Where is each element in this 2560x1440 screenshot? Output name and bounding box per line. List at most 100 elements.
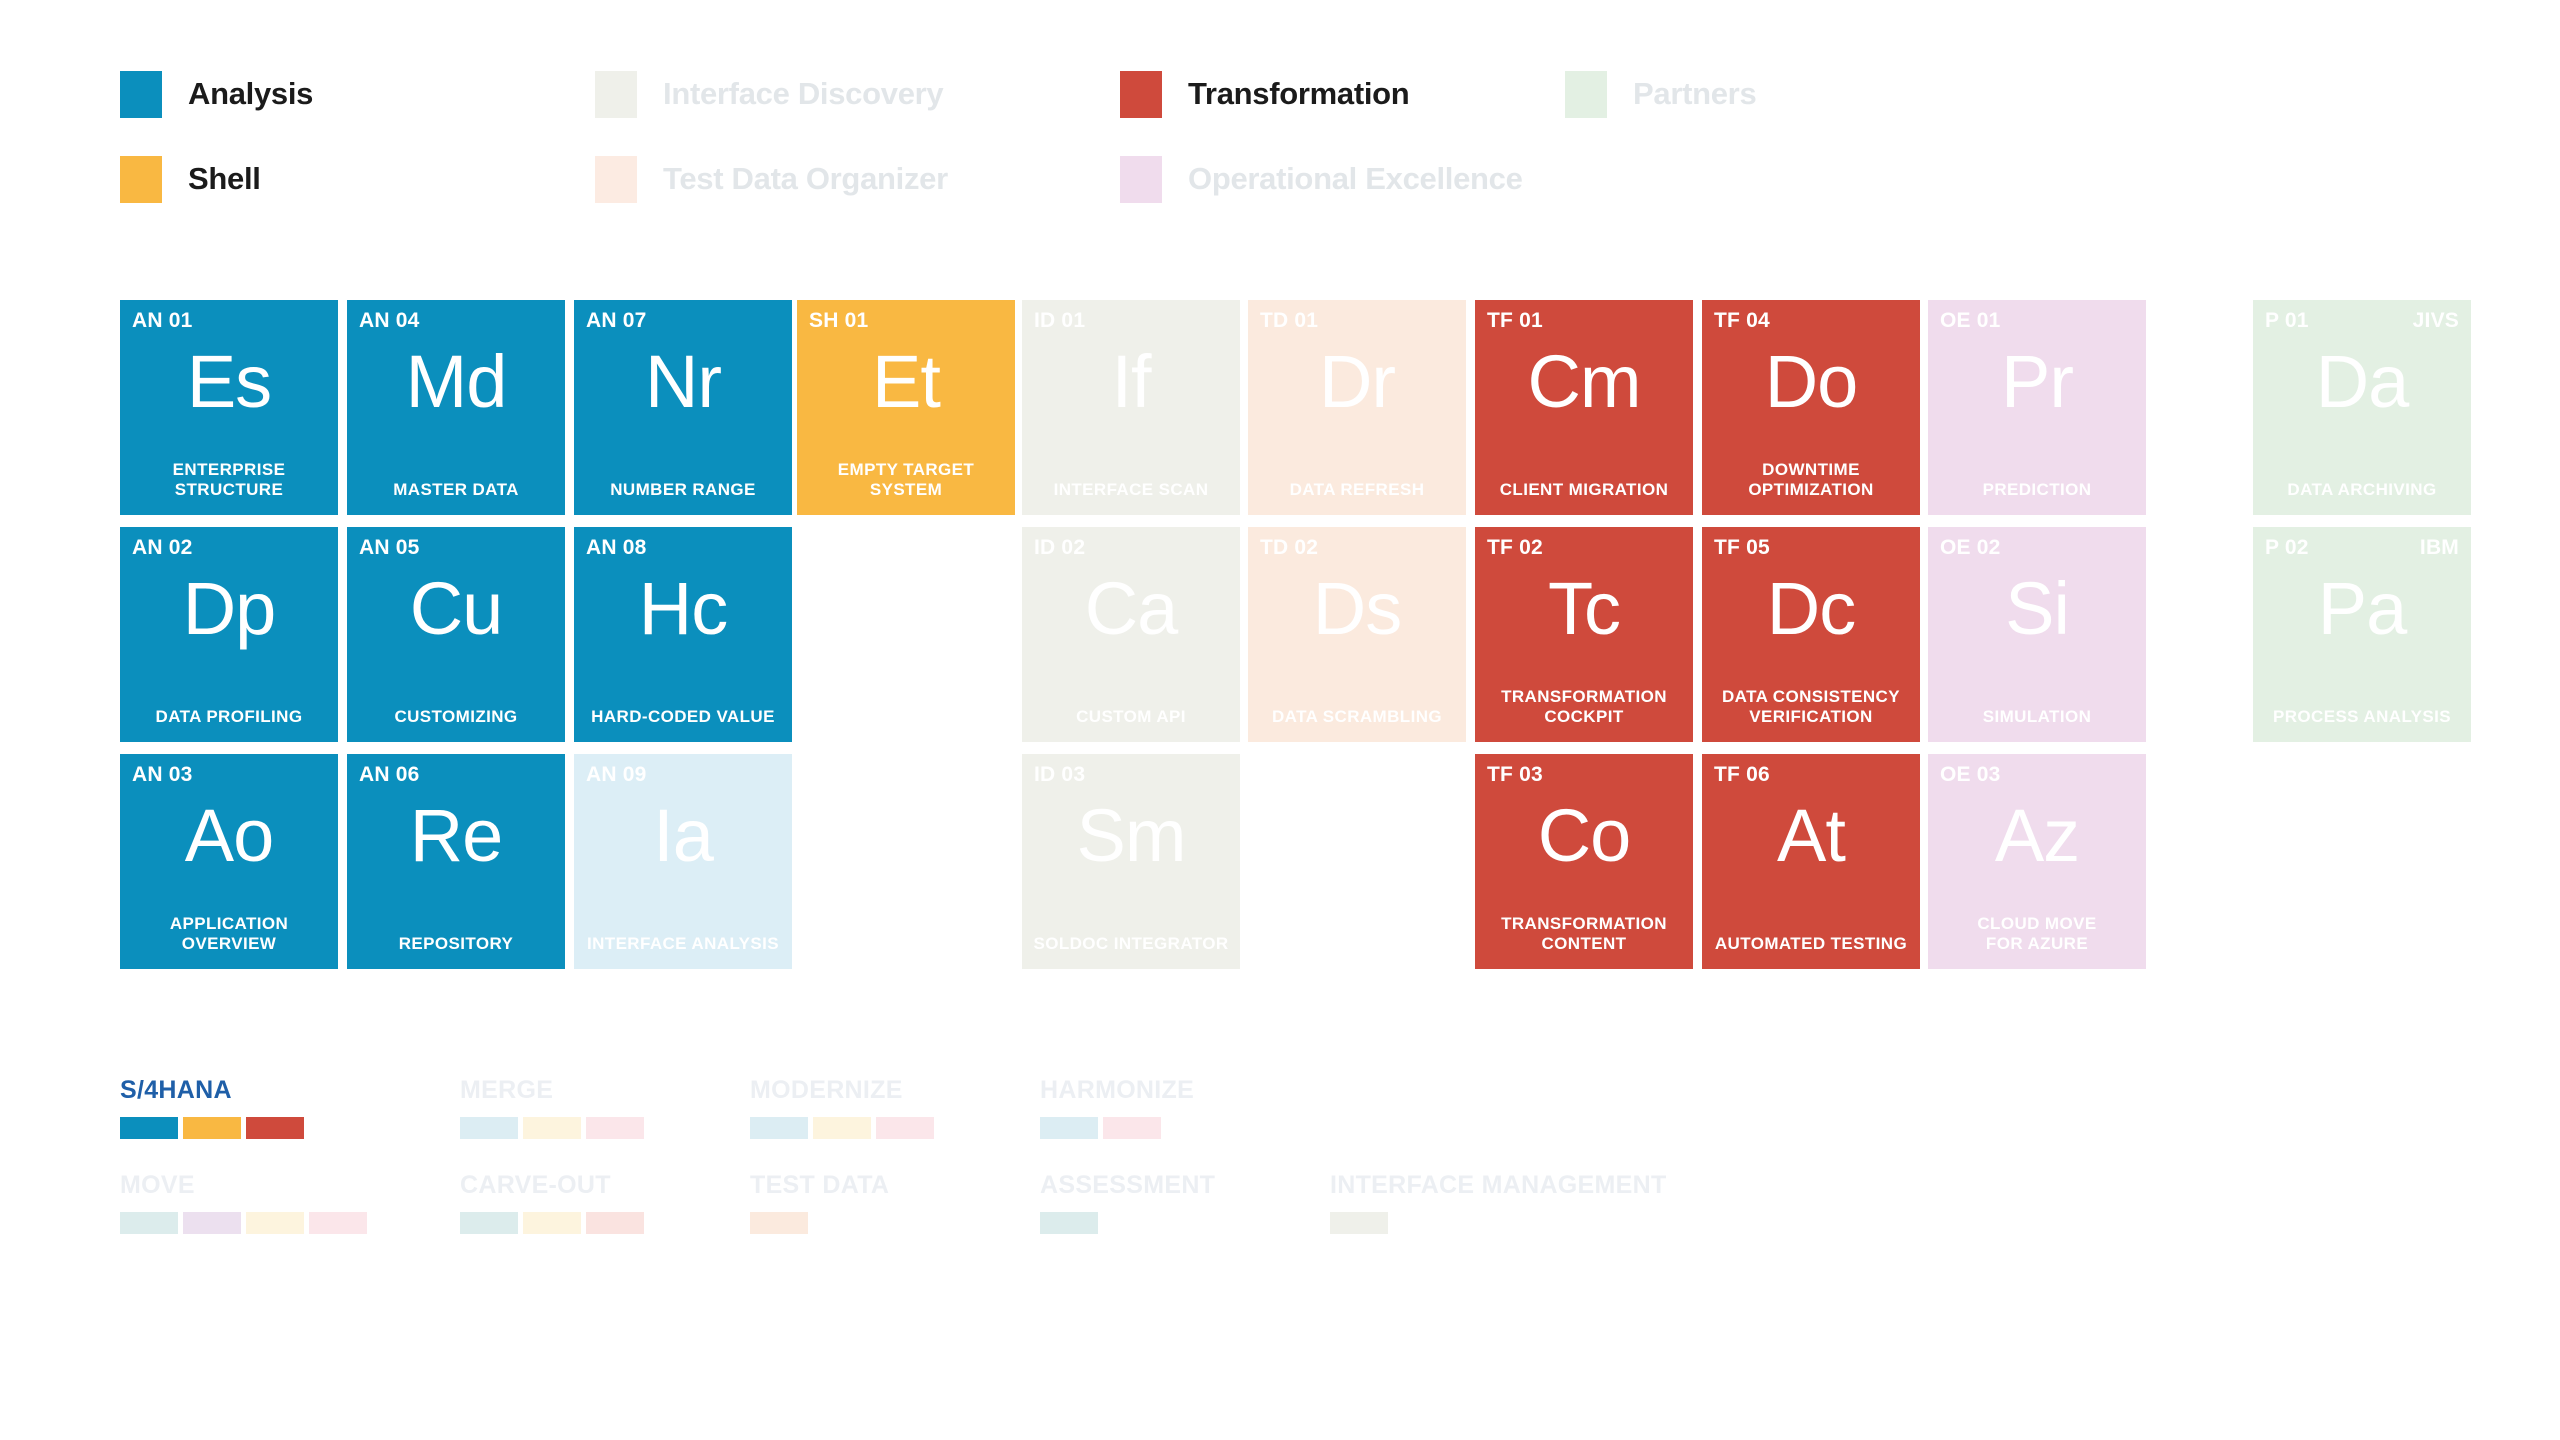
tile-name: REPOSITORY: [398, 934, 514, 954]
tile-code: TF 01: [1487, 309, 1543, 332]
tile-code: AN 03: [132, 763, 193, 786]
scenario-s-4hana[interactable]: S/4HANA: [120, 1078, 309, 1139]
tile-sh-01[interactable]: SH 01 Et EMPTY TARGET SYSTEM: [797, 300, 1015, 515]
tile-p-01[interactable]: P 01 JIVS Da DATA ARCHIVING: [2253, 300, 2471, 515]
tile-td-02[interactable]: TD 02 Ds DATA SCRAMBLING: [1248, 527, 1466, 742]
tile-an-02[interactable]: AN 02 Dp DATA PROFILING: [120, 527, 338, 742]
scenario-assessment[interactable]: ASSESSMENT: [1040, 1173, 1215, 1234]
tile-an-03[interactable]: AN 03 Ao APPLICATION OVERVIEW: [120, 754, 338, 969]
scenario-swatch-group: [120, 1117, 309, 1139]
tile-td-01[interactable]: TD 01 Dr DATA REFRESH: [1248, 300, 1466, 515]
tile-name: CUSTOMIZING: [394, 707, 518, 727]
scenario-color-swatch: [750, 1212, 808, 1234]
tile-name: DATA REFRESH: [1289, 480, 1425, 500]
tile-name: ENTERPRISE STRUCTURE: [172, 459, 286, 500]
tile-code: OE 03: [1940, 763, 2001, 786]
scenario-merge[interactable]: MERGE: [460, 1078, 649, 1139]
scenario-carve-out[interactable]: CARVE-OUT: [460, 1173, 649, 1234]
tile-name: MASTER DATA: [393, 480, 519, 500]
tile-an-09[interactable]: AN 09 Ia INTERFACE ANALYSIS: [574, 754, 792, 969]
tile-an-08[interactable]: AN 08 Hc HARD-CODED VALUE: [574, 527, 792, 742]
tile-oe-03[interactable]: OE 03 Az CLOUD MOVE FOR AZURE: [1928, 754, 2146, 969]
scenario-harmonize[interactable]: HARMONIZE: [1040, 1078, 1194, 1139]
scenario-color-swatch: [309, 1212, 367, 1234]
tile-p-02[interactable]: P 02 IBM Pa PROCESS ANALYSIS: [2253, 527, 2471, 742]
tile-symbol: Cu: [409, 567, 504, 650]
tile-symbol: If: [1111, 340, 1151, 423]
scenario-interface-management[interactable]: INTERFACE MANAGEMENT: [1330, 1173, 1667, 1234]
tile-an-05[interactable]: AN 05 Cu CUSTOMIZING: [347, 527, 565, 742]
scenario-color-swatch: [460, 1117, 518, 1139]
tile-symbol: Hc: [638, 567, 728, 650]
tile-tf-03[interactable]: TF 03 Co TRANSFORMATION CONTENT: [1475, 754, 1693, 969]
scenario-row-2: MOVE CARVE-OUT TEST DATA ASSESSMENT INTERFAC…: [120, 1173, 2420, 1253]
legend-item-test-data-organizer[interactable]: Test Data Organizer: [595, 153, 948, 205]
legend-item-transformation[interactable]: Transformation: [1120, 68, 1410, 120]
tile-name: EMPTY TARGET SYSTEM: [837, 459, 975, 500]
scenario-row-1: S/4HANA MERGE MODERNIZE HARMONIZE: [120, 1078, 2420, 1158]
tile-code: AN 06: [359, 763, 420, 786]
legend-color-swatch: [1120, 155, 1162, 203]
tile-symbol: Az: [1994, 794, 2080, 877]
scenario-color-swatch: [523, 1117, 581, 1139]
legend-item-operational-excellence[interactable]: Operational Excellence: [1120, 153, 1523, 205]
legend-row-1: Analysis Interface Discovery Transformatio…: [120, 68, 2320, 120]
legend-label: Analysis: [188, 76, 314, 111]
tile-symbol: Re: [409, 794, 504, 877]
legend-color-swatch: [120, 70, 162, 118]
scenario-label: CARVE-OUT: [460, 1171, 611, 1199]
scenario-modernize[interactable]: MODERNIZE: [750, 1078, 939, 1139]
tile-code: ID 03: [1034, 763, 1086, 786]
tile-id-02[interactable]: ID 02 Ca CUSTOM API: [1022, 527, 1240, 742]
tile-tf-05[interactable]: TF 05 Dc DATA CONSISTENCY VERIFICATION: [1702, 527, 1920, 742]
category-legend: Analysis Interface Discovery Transformatio…: [120, 68, 2320, 205]
legend-item-shell[interactable]: Shell: [120, 153, 261, 205]
scenario-test-data[interactable]: TEST DATA: [750, 1173, 889, 1234]
tile-code: AN 07: [586, 309, 647, 332]
legend-item-interface-discovery[interactable]: Interface Discovery: [595, 68, 944, 120]
legend-label: Test Data Organizer: [663, 161, 948, 196]
scenario-move[interactable]: MOVE: [120, 1173, 372, 1234]
tile-tf-01[interactable]: TF 01 Cm CLIENT MIGRATION: [1475, 300, 1693, 515]
legend-color-swatch: [595, 70, 637, 118]
scenario-swatch-group: [750, 1117, 939, 1139]
tile-oe-01[interactable]: OE 01 Pr PREDICTION: [1928, 300, 2146, 515]
legend-label: Partners: [1633, 76, 1757, 111]
tile-name: CLIENT MIGRATION: [1499, 480, 1669, 500]
tile-symbol: Ia: [653, 794, 714, 877]
tile-vendor-label: IBM: [2419, 536, 2459, 559]
scenario-swatch-group: [460, 1212, 649, 1234]
scenario-color-swatch: [1040, 1212, 1098, 1234]
tile-name: CUSTOM API: [1076, 707, 1186, 727]
scenario-label: MOVE: [120, 1171, 195, 1199]
tile-symbol: Si: [2005, 567, 2070, 650]
tile-an-01[interactable]: AN 01 Es ENTERPRISE STRUCTURE: [120, 300, 338, 515]
scenario-swatch-group: [1330, 1212, 1667, 1234]
tile-code: P 01: [2265, 309, 2309, 332]
tile-an-06[interactable]: AN 06 Re REPOSITORY: [347, 754, 565, 969]
tile-code: OE 01: [1940, 309, 2001, 332]
tile-code: AN 01: [132, 309, 193, 332]
scenario-color-swatch: [586, 1212, 644, 1234]
tile-tf-06[interactable]: TF 06 At AUTOMATED TESTING: [1702, 754, 1920, 969]
tile-name: INTERFACE ANALYSIS: [586, 934, 780, 954]
legend-row-2: Shell Test Data Organizer Operational Exce…: [120, 153, 2320, 205]
tile-an-04[interactable]: AN 04 Md MASTER DATA: [347, 300, 565, 515]
tile-id-03[interactable]: ID 03 Sm SOLDOC INTEGRATOR: [1022, 754, 1240, 969]
legend-item-analysis[interactable]: Analysis: [120, 68, 313, 120]
tile-tf-04[interactable]: TF 04 Do DOWNTIME OPTIMIZATION: [1702, 300, 1920, 515]
tile-code: TF 02: [1487, 536, 1543, 559]
tile-symbol: Pr: [2001, 340, 2074, 423]
tile-oe-02[interactable]: OE 02 Si SIMULATION: [1928, 527, 2146, 742]
tile-symbol: Tc: [1548, 567, 1621, 650]
tile-tf-02[interactable]: TF 02 Tc TRANSFORMATION COCKPIT: [1475, 527, 1693, 742]
scenario-color-swatch: [120, 1212, 178, 1234]
scenario-color-swatch: [183, 1117, 241, 1139]
legend-item-partners[interactable]: Partners: [1565, 68, 1757, 120]
legend-label: Interface Discovery: [663, 76, 944, 111]
legend-color-swatch: [120, 155, 162, 203]
capability-tile-grid: AN 01 Es ENTERPRISE STRUCTURE AN 02 Dp DATA P…: [120, 300, 2471, 972]
tile-code: AN 09: [586, 763, 647, 786]
tile-id-01[interactable]: ID 01 If INTERFACE SCAN: [1022, 300, 1240, 515]
tile-an-07[interactable]: AN 07 Nr NUMBER RANGE: [574, 300, 792, 515]
